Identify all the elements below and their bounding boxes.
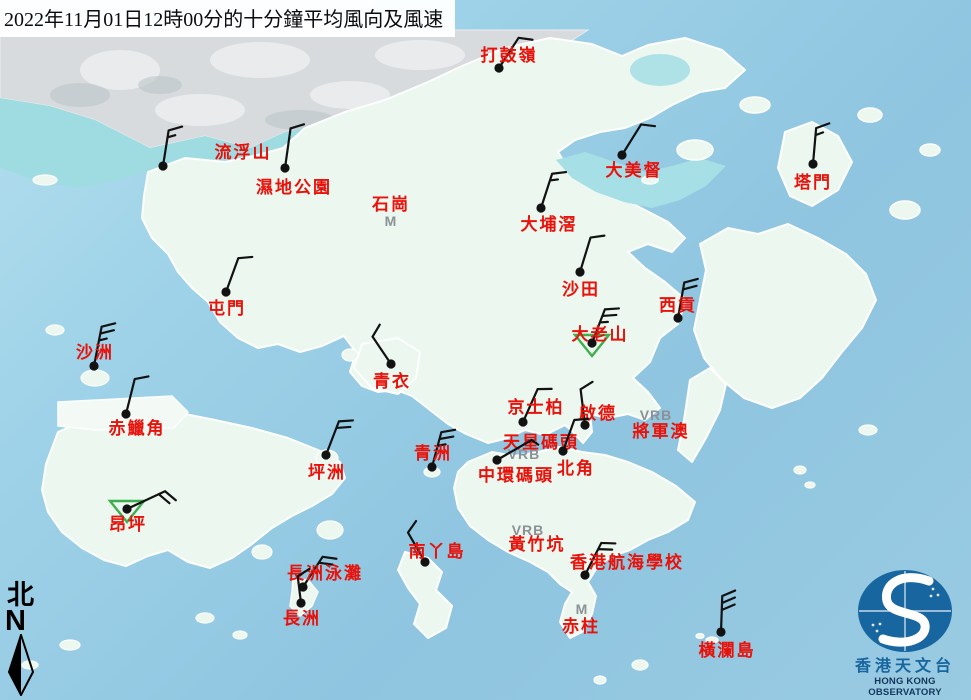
station-label: 香港航海學校 — [570, 552, 684, 572]
station-label: 大老山 — [572, 324, 629, 344]
station-dot — [89, 361, 98, 370]
station-dot — [296, 598, 305, 607]
starling-inlet-water — [630, 54, 690, 86]
clear-water-bay-peninsula — [678, 368, 726, 462]
station-dot — [158, 161, 167, 170]
station-sha-chau: 沙洲 — [76, 323, 115, 370]
station-label: 西貢 — [659, 296, 697, 315]
hko-logo-icon — [843, 569, 967, 653]
m-marker: M — [576, 601, 589, 617]
station-green-island: 青洲 — [414, 430, 455, 472]
station-tseung-kwan-o: 將軍澳VRB — [633, 407, 690, 441]
station-label: 青衣 — [373, 371, 411, 391]
hko-name-english: HONG KONG OBSERVATORY — [841, 676, 969, 700]
station-dot — [808, 159, 817, 168]
station-dot — [221, 287, 230, 296]
station-dot — [617, 150, 626, 159]
station-label: 沙田 — [562, 280, 600, 299]
north-arrow-icon — [6, 634, 36, 696]
station-label: 屯門 — [208, 298, 246, 318]
station-dot — [518, 417, 527, 426]
station-dot — [321, 450, 330, 459]
wind-barb-icon — [622, 124, 655, 155]
station-dot — [558, 446, 567, 455]
station-dot — [280, 163, 289, 172]
station-dot — [122, 504, 131, 513]
vrb-marker: VRB — [508, 446, 541, 462]
station-label: 橫瀾島 — [699, 640, 756, 660]
station-label: 濕地公園 — [256, 177, 332, 197]
station-label: 塔門 — [794, 172, 832, 192]
station-label: 流浮山 — [215, 142, 272, 162]
m-marker: M — [385, 213, 398, 229]
station-label: 打鼓嶺 — [481, 45, 538, 65]
wind-barb-icon — [721, 591, 735, 632]
station-label: 北角 — [557, 458, 595, 478]
wind-map-stage: 流浮山濕地公園石崗M打鼓嶺大美督塔門大埔滘沙田西貢大老山屯門沙洲赤鱲角青衣坪洲昂… — [0, 0, 971, 700]
station-label: 南丫島 — [409, 541, 466, 561]
station-dot — [386, 359, 395, 368]
lantau-island — [42, 406, 345, 568]
station-waglan-island: 橫瀾島 — [699, 591, 756, 660]
station-dot — [536, 203, 545, 212]
compass-north-letter: N — [5, 608, 49, 634]
station-label: 將軍澳 — [633, 421, 690, 441]
station-label: 大埔滘 — [521, 214, 578, 234]
station-label: 長洲 — [283, 609, 321, 628]
station-dot — [575, 267, 584, 276]
station-tai-mei-tuk: 大美督 — [606, 124, 663, 180]
station-label: 坪洲 — [308, 463, 346, 482]
vrb-marker: VRB — [640, 407, 673, 423]
station-label: 沙洲 — [76, 343, 114, 362]
station-label: 赤柱 — [562, 616, 600, 636]
hong-kong-map: 流浮山濕地公園石崗M打鼓嶺大美督塔門大埔滘沙田西貢大老山屯門沙洲赤鱲角青衣坪洲昂… — [0, 0, 971, 700]
station-label: 青洲 — [414, 443, 452, 463]
hko-name-chinese: 香港天文台 — [841, 658, 969, 676]
station-dot — [427, 462, 436, 471]
station-dot — [492, 455, 501, 464]
station-label: 赤鱲角 — [109, 418, 166, 438]
station-label: 昂坪 — [109, 515, 147, 534]
north-compass: 北 N — [5, 582, 49, 700]
station-lamma-island: 南丫島 — [408, 521, 466, 567]
vrb-marker: VRB — [512, 522, 545, 538]
station-label: 大美督 — [606, 160, 663, 180]
station-label: 石崗 — [371, 195, 410, 214]
station-dot — [121, 409, 130, 418]
hko-logo: 香港天文台 HONG KONG OBSERVATORY — [841, 569, 969, 700]
station-label: 京士柏 — [508, 397, 565, 417]
station-label: 中環碼頭 — [478, 465, 554, 485]
map-title: 2022年11月01日12時00分的十分鐘平均風向及風速 — [0, 0, 455, 37]
station-dot — [716, 627, 725, 636]
